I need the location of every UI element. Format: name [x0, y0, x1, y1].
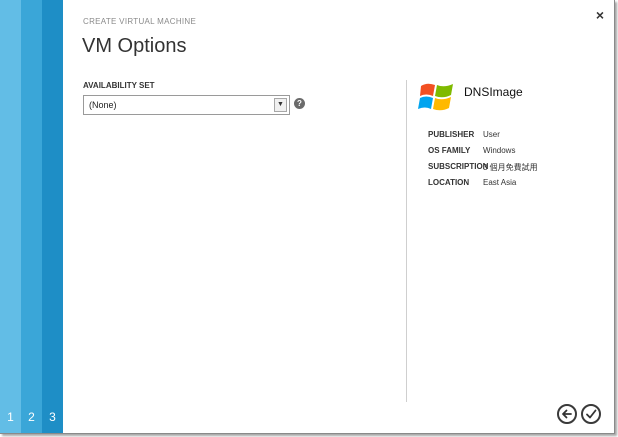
- detail-key: SUBSCRIPTION: [428, 162, 489, 171]
- detail-key: LOCATION: [428, 178, 470, 187]
- step-stripe-3: [42, 0, 63, 433]
- close-icon[interactable]: ×: [596, 7, 604, 23]
- step-3-indicator[interactable]: 3: [42, 410, 63, 424]
- step-rail: 1 2 3: [0, 0, 63, 433]
- complete-button[interactable]: [581, 404, 601, 424]
- detail-key: PUBLISHER: [428, 130, 475, 139]
- wizard-header-label: CREATE VIRTUAL MACHINE: [83, 17, 197, 26]
- step-stripe-2: [21, 0, 42, 433]
- detail-value: East Asia: [483, 178, 517, 187]
- availability-set-value: (None): [89, 100, 117, 110]
- availability-set-label: AVAILABILITY SET: [83, 81, 155, 90]
- back-button[interactable]: [557, 404, 577, 424]
- detail-value: 3 個月免費試用: [483, 163, 538, 172]
- detail-value: Windows: [483, 146, 516, 155]
- availability-set-select[interactable]: (None) ▼: [83, 95, 290, 115]
- checkmark-icon: [586, 409, 597, 419]
- chevron-down-icon[interactable]: ▼: [274, 98, 287, 112]
- detail-value: User: [483, 130, 500, 139]
- detail-key: OS FAMILY: [428, 146, 471, 155]
- step-1-indicator[interactable]: 1: [0, 410, 21, 424]
- wizard-dialog: 1 2 3 × CREATE VIRTUAL MACHINE VM Option…: [0, 0, 615, 434]
- help-icon[interactable]: ?: [294, 98, 305, 109]
- image-name: DNSImage: [464, 85, 523, 99]
- windows-flag-icon: [418, 78, 456, 116]
- step-2-indicator[interactable]: 2: [21, 410, 42, 424]
- panel-divider: [406, 80, 407, 402]
- step-stripe-1: [0, 0, 21, 433]
- page-title: VM Options: [82, 35, 187, 57]
- arrow-left-icon: [562, 409, 572, 419]
